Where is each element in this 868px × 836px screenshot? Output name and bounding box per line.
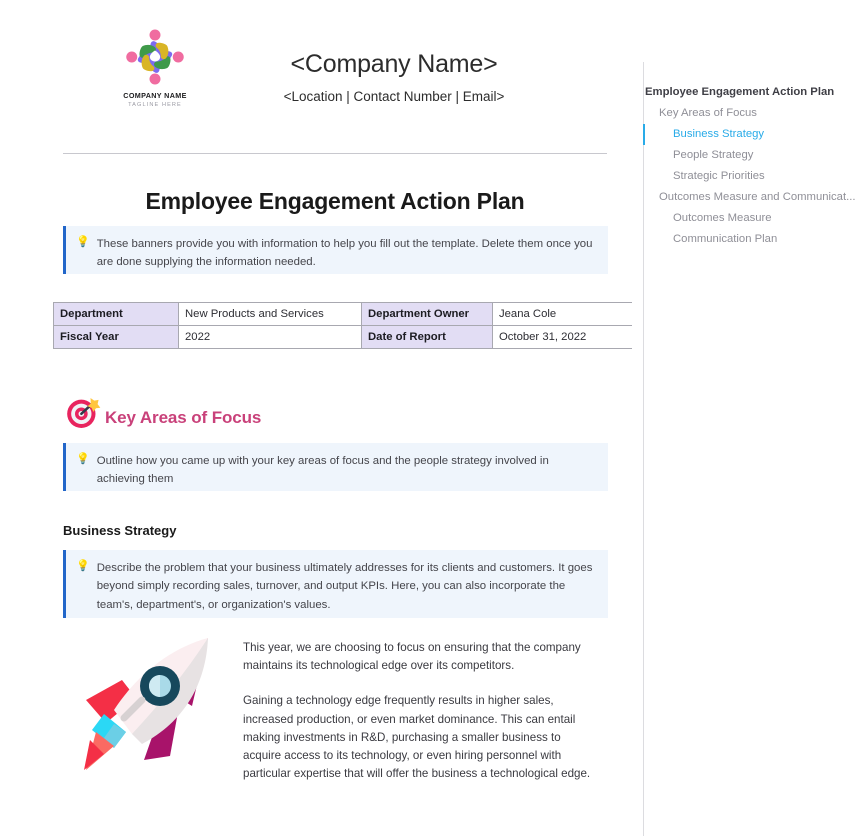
document-canvas: COMPANY NAME TAGLINE HERE <Company Name>… <box>0 0 663 836</box>
nav-item-outcomes-measure-and-communication[interactable]: Outcomes Measure and Communicat... <box>632 187 868 208</box>
company-name: <Company Name> <box>290 50 498 78</box>
cell-department-owner-label: Department Owner <box>361 302 493 326</box>
nav-item-key-areas-of-focus[interactable]: Key Areas of Focus <box>632 103 868 124</box>
company-logo: COMPANY NAME TAGLINE HERE <box>101 24 209 108</box>
nav-item-employee-engagement-action-plan[interactable]: Employee Engagement Action Plan <box>632 82 868 103</box>
table-row: Department New Products and Services Dep… <box>53 302 663 326</box>
rocket-icon <box>84 638 208 770</box>
nav-item-label: People Strategy <box>673 148 754 161</box>
nav-item-label: Business Strategy <box>673 127 765 140</box>
logo-tagline: TAGLINE HERE <box>128 102 182 108</box>
business-strategy-body: This year, we are choosing to focus on e… <box>243 639 595 783</box>
nav-item-label: Key Areas of Focus <box>659 106 757 119</box>
cell-fiscal-year-label: Fiscal Year <box>53 325 179 349</box>
nav-item-strategic-priorities[interactable]: Strategic Priorities <box>632 166 868 187</box>
nav-heading-list: Employee Engagement Action Plan Key Area… <box>632 82 868 250</box>
people-pinwheel-logo-icon <box>126 29 184 85</box>
nav-item-label: Communication Plan <box>673 232 778 245</box>
subsection-title-business-strategy: Business Strategy <box>63 523 177 538</box>
nav-item-business-strategy[interactable]: Business Strategy <box>632 124 868 145</box>
company-contact-line: <Location | Contact Number | Email> <box>283 88 505 104</box>
logo-company-name: COMPANY NAME <box>123 91 187 100</box>
info-banner-key-areas: 💡 Outline how you came up with your key … <box>63 443 608 491</box>
target-dart-icon <box>67 398 101 428</box>
nav-item-people-strategy[interactable]: People Strategy <box>632 145 868 166</box>
lightbulb-icon: 💡 <box>76 236 90 248</box>
company-heading-block: <Company Name> <Location | Contact Numbe… <box>209 24 607 104</box>
cell-fiscal-year-value: 2022 <box>178 325 362 349</box>
section-title-key-areas: Key Areas of Focus <box>105 407 262 427</box>
cell-department-label: Department <box>53 302 179 326</box>
cell-department-value: New Products and Services <box>178 302 362 326</box>
nav-item-label: Outcomes Measure <box>673 211 772 224</box>
lightbulb-icon: 💡 <box>76 560 90 572</box>
nav-item-communication-plan[interactable]: Communication Plan <box>632 229 868 250</box>
header-divider <box>63 153 607 154</box>
letterhead: COMPANY NAME TAGLINE HERE <Company Name>… <box>63 24 607 129</box>
info-banner-intro-text: These banners provide you with informati… <box>96 238 593 269</box>
paragraph: This year, we are choosing to focus on e… <box>243 641 581 673</box>
paragraph: Gaining a technology edge frequently res… <box>243 694 591 781</box>
table-row: Fiscal Year 2022 Date of Report October … <box>53 325 663 349</box>
info-banner-business-strategy: 💡 Describe the problem that your busines… <box>63 550 608 618</box>
section-heading-key-areas: Key Areas of Focus <box>63 393 261 433</box>
page-title: Employee Engagement Action Plan <box>145 188 525 214</box>
info-banner-key-areas-text: Outline how you came up with your key ar… <box>96 455 549 486</box>
nav-item-label: Strategic Priorities <box>673 169 765 182</box>
info-banner-business-strategy-text: Describe the problem that your business … <box>96 562 593 611</box>
report-meta-table: Department New Products and Services Dep… <box>53 302 663 349</box>
nav-item-label: Employee Engagement Action Plan <box>645 85 835 98</box>
nav-item-outcomes-measure[interactable]: Outcomes Measure <box>632 208 868 229</box>
cell-date-of-report-label: Date of Report <box>361 325 493 349</box>
info-banner-intro: 💡 These banners provide you with informa… <box>63 226 608 274</box>
navigation-pane: Employee Engagement Action Plan Key Area… <box>632 0 868 836</box>
nav-item-label: Outcomes Measure and Communicat... <box>659 190 856 203</box>
lightbulb-icon: 💡 <box>76 453 90 465</box>
